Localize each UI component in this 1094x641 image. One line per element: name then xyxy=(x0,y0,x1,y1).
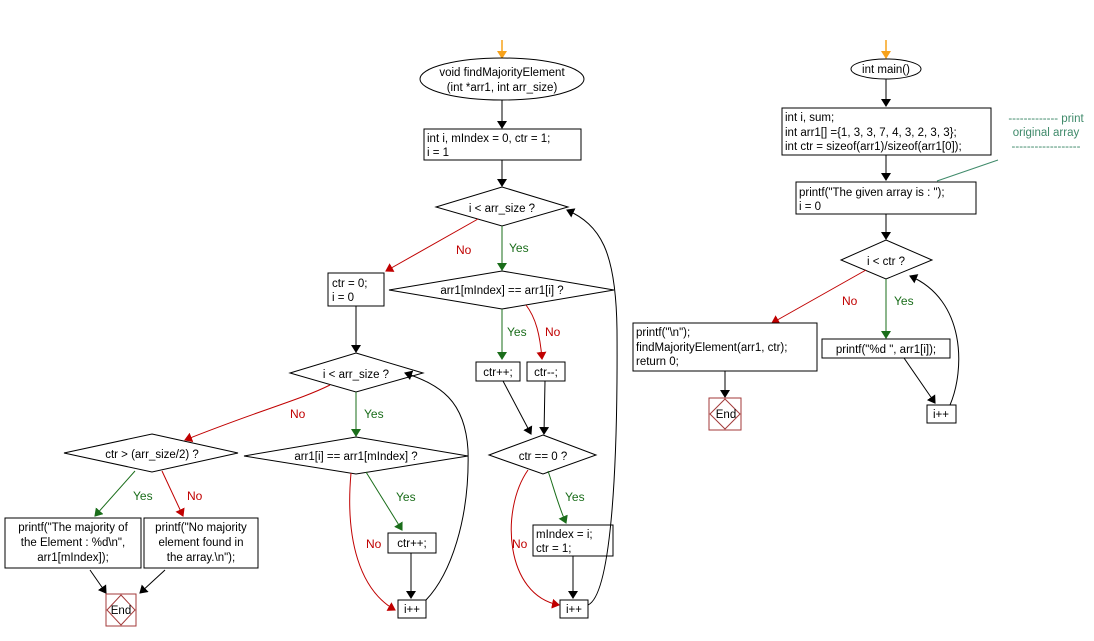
main-loop-decision[interactable]: i < ctr ? xyxy=(839,239,934,280)
loop2-decision[interactable]: i < arr_size ? xyxy=(288,352,425,393)
start-main[interactable]: int main() xyxy=(850,58,922,80)
init2-box[interactable]: ctr = 0; i = 0 xyxy=(327,272,385,307)
no-label: No xyxy=(187,489,203,503)
decl-line-3: int ctr = sizeof(arr1)/sizeof(arr1[0]); xyxy=(785,141,962,153)
init-line-2: i = 1 xyxy=(427,147,449,159)
no-branch xyxy=(184,384,331,443)
print-no-line-2: element found in xyxy=(158,537,243,549)
cmp1-text: arr1[mIndex] == arr1[i] ? xyxy=(440,285,563,297)
loop1-cond-text: i < arr_size ? xyxy=(469,203,535,215)
iinc2-box[interactable]: i++ xyxy=(397,599,427,619)
iinc2-text: i++ xyxy=(404,604,420,616)
print-elem-box[interactable]: printf("%d ", arr1[i]); xyxy=(821,338,951,359)
final-line-1: printf("\n"); xyxy=(636,327,690,339)
yes-label: Yes xyxy=(509,241,529,255)
main-iinc-box[interactable]: i++ xyxy=(926,404,957,424)
iinc1-box[interactable]: i++ xyxy=(559,599,589,619)
yes-branch xyxy=(547,470,568,524)
note-connector xyxy=(936,159,999,182)
yes-branch xyxy=(94,470,136,517)
decl-box[interactable]: int i, sum; int arr1[] ={1, 3, 3, 7, 4, … xyxy=(781,107,992,156)
inc2-box[interactable]: ctr++; xyxy=(387,532,437,554)
yes-label: Yes xyxy=(396,490,416,504)
inc-box[interactable]: ctr++; xyxy=(475,361,521,382)
no-label: No xyxy=(545,325,561,339)
print-yes-line-3: arr1[mIndex]); xyxy=(37,552,109,564)
no-label: No xyxy=(512,537,528,551)
reset-box[interactable]: mIndex = i; ctr = 1; xyxy=(532,524,614,557)
no-branch xyxy=(161,470,185,517)
print-no-line-1: printf("No majority xyxy=(155,522,247,534)
inc-text: ctr++; xyxy=(483,367,512,379)
major-cond-text: ctr > (arr_size/2) ? xyxy=(105,449,199,461)
note-line-1: ------------- print xyxy=(1008,113,1084,125)
main-loop-cond-text: i < ctr ? xyxy=(867,256,905,268)
decl-line-2: int arr1[] ={1, 3, 3, 7, 4, 3, 2, 3, 3}; xyxy=(785,127,957,139)
no-label: No xyxy=(290,407,306,421)
no-label: No xyxy=(842,294,858,308)
start-find-majority[interactable]: void findMajorityElement (int *arr1, int… xyxy=(419,57,585,101)
init-box[interactable]: int i, mIndex = 0, ctr = 1; i = 1 xyxy=(423,128,582,161)
zero-decision[interactable]: ctr == 0 ? xyxy=(487,434,598,475)
final-line-3: return 0; xyxy=(636,356,679,368)
connector xyxy=(502,380,533,435)
print-given-box[interactable]: printf("The given array is : "); i = 0 xyxy=(795,181,977,215)
compare2-decision[interactable]: arr1[i] == arr1[mIndex] ? xyxy=(243,436,469,475)
connector xyxy=(903,357,936,404)
cmp2-text: arr1[i] == arr1[mIndex] ? xyxy=(294,451,417,463)
compare1-decision[interactable]: arr1[mIndex] == arr1[i] ? xyxy=(388,270,615,310)
print-no-majority-box[interactable]: printf("No majority element found in the… xyxy=(143,517,259,569)
connector xyxy=(89,569,107,594)
print-yes-line-1: printf("The majority of xyxy=(18,522,128,534)
majority-decision[interactable]: ctr > (arr_size/2) ? xyxy=(63,433,239,473)
note-line-3: ------------------ xyxy=(1012,141,1081,153)
flowchart-canvas: void findMajorityElement (int *arr1, int… xyxy=(4,40,1084,627)
yes-label: Yes xyxy=(133,489,153,503)
note-line-2: original array xyxy=(1013,127,1080,139)
init2-line-1: ctr = 0; xyxy=(332,278,367,290)
final-box[interactable]: printf("\n"); findMajorityElement(arr1, … xyxy=(632,322,818,372)
end-terminator-1[interactable]: End xyxy=(105,593,137,627)
yes-label: Yes xyxy=(364,407,384,421)
decl-line-1: int i, sum; xyxy=(785,112,834,124)
print-given-line-2: i = 0 xyxy=(799,201,821,213)
no-branch xyxy=(525,304,547,360)
print-given-line-1: printf("The given array is : "); xyxy=(799,187,945,199)
reset-line-1: mIndex = i; xyxy=(536,529,593,541)
print-elem-text: printf("%d ", arr1[i]); xyxy=(836,344,936,356)
inc2-text: ctr++; xyxy=(397,538,426,550)
loop-back xyxy=(404,370,469,601)
end-text: End xyxy=(716,409,736,421)
zero-cond-text: ctr == 0 ? xyxy=(519,451,568,463)
final-line-2: findMajorityElement(arr1, ctr); xyxy=(636,342,787,354)
print-majority-box[interactable]: printf("The majority of the Element : %d… xyxy=(4,517,142,569)
no-label: No xyxy=(456,243,472,257)
end-text: End xyxy=(111,605,131,617)
connector xyxy=(539,380,550,435)
init-line-1: int i, mIndex = 0, ctr = 1; xyxy=(427,133,550,145)
loop2-cond-text: i < arr_size ? xyxy=(323,369,389,381)
init2-line-2: i = 0 xyxy=(332,292,354,304)
start-line-1: void findMajorityElement xyxy=(439,67,565,79)
start-line-2: (int *arr1, int arr_size) xyxy=(447,82,558,94)
connector xyxy=(139,569,166,594)
print-no-line-3: the array.\n"); xyxy=(167,552,235,564)
no-label: No xyxy=(366,537,382,551)
yes-label: Yes xyxy=(507,325,527,339)
iinc1-text: i++ xyxy=(566,604,582,616)
main-iinc-text: i++ xyxy=(933,409,949,421)
loop1-decision[interactable]: i < arr_size ? xyxy=(434,186,570,227)
yes-label: Yes xyxy=(565,490,585,504)
yes-label: Yes xyxy=(894,294,914,308)
dec-text: ctr--; xyxy=(534,367,558,379)
end-terminator-2[interactable]: End xyxy=(708,397,742,431)
print-yes-line-2: the Element : %d\n", xyxy=(21,537,125,549)
reset-line-2: ctr = 1; xyxy=(536,543,571,555)
dec-box[interactable]: ctr--; xyxy=(526,361,566,382)
main-start-text: int main() xyxy=(862,64,910,76)
